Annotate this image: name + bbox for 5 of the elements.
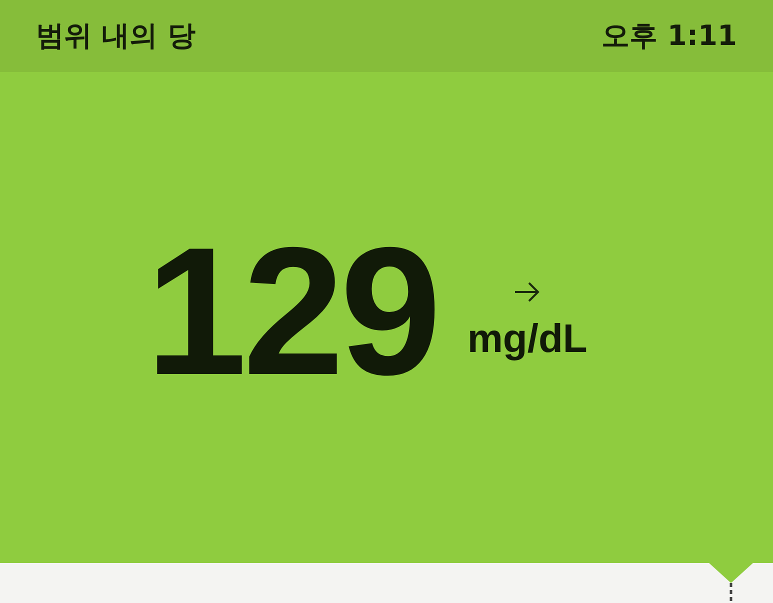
- time-label: 오후 1:11: [602, 18, 737, 54]
- glucose-value: 129: [146, 220, 438, 402]
- status-title: 범위 내의 당: [36, 18, 196, 54]
- unit-label: mg/dL: [467, 316, 588, 362]
- trend-arrow-icon: [513, 280, 542, 302]
